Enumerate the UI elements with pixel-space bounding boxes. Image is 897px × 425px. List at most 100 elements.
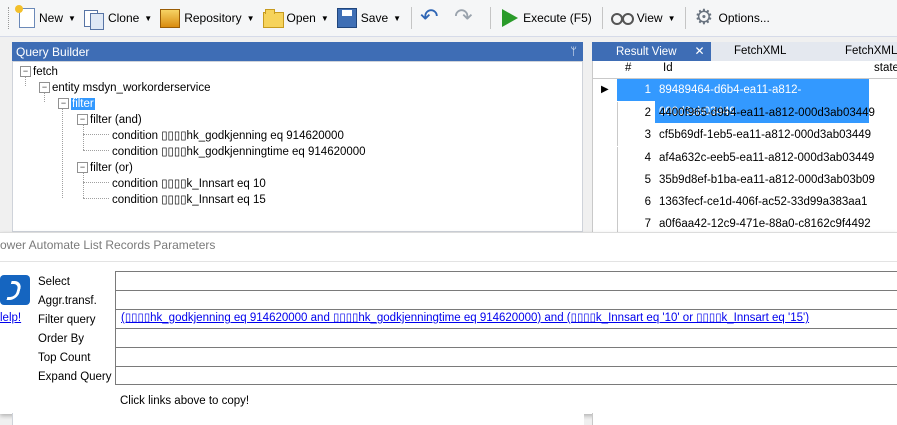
- toolbar-separator: [601, 7, 603, 29]
- table-row[interactable]: 2 4400f965-d9b4-ea11-a812-000d3ab03449: [593, 102, 897, 124]
- row-id[interactable]: 4400f965-d9b4-ea11-a812-000d3ab03449: [659, 102, 875, 124]
- table-row[interactable]: 3 cf5b69df-1eb5-ea11-a812-000d3ab03449: [593, 124, 897, 146]
- table-row[interactable]: 4 af4a632c-eeb5-ea11-a812-000d3ab03449: [593, 147, 897, 169]
- row-id[interactable]: 1363fecf-ce1d-406f-ac52-33d99a383aa1: [659, 191, 867, 213]
- clone-button[interactable]: Clone ▼: [81, 5, 155, 31]
- tab-label: Result View: [616, 46, 677, 58]
- row-id[interactable]: 35b9d8ef-b1ba-ea11-a812-000d3ab03b09: [659, 169, 875, 191]
- redo-icon: [454, 4, 476, 30]
- column-header-state[interactable]: state: [874, 62, 897, 74]
- grid-header: # Id state: [593, 61, 897, 79]
- folder-icon: [262, 8, 284, 28]
- row-selector[interactable]: [593, 102, 618, 124]
- tree-node-filter[interactable]: − filter: [58, 96, 95, 112]
- tree-node-condition[interactable]: condition ▯▯▯▯k_Innsart eq 15: [112, 192, 266, 208]
- tree-node-label: fetch: [33, 66, 58, 78]
- result-grid: # Id state ▶ 1 89489464-d6b4-ea11-a812-0…: [592, 61, 897, 232]
- parameter-labels: Select Aggr.transf. Filter query Order B…: [38, 273, 112, 387]
- row-selector[interactable]: [593, 169, 618, 191]
- pin-icon[interactable]: ᛘ: [570, 46, 577, 58]
- new-label: New: [39, 11, 64, 25]
- chevron-down-icon[interactable]: ▼: [668, 14, 676, 23]
- select-label: Select: [38, 276, 70, 288]
- row-selector[interactable]: [593, 147, 618, 169]
- row-id[interactable]: a0f6aa42-12c9-471e-88a0-c8162c9f4492: [659, 213, 871, 232]
- table-row[interactable]: 6 1363fecf-ce1d-406f-ac52-33d99a383aa1: [593, 191, 897, 213]
- row-number: 5: [644, 174, 651, 186]
- collapse-icon[interactable]: −: [77, 162, 88, 174]
- top-count-label: Top Count: [38, 352, 91, 364]
- row-selector[interactable]: [593, 213, 618, 232]
- execute-button[interactable]: Execute (F5): [496, 5, 595, 31]
- row-number: 3: [644, 129, 651, 141]
- new-button[interactable]: New ▼: [15, 5, 79, 31]
- tab-fetchxml[interactable]: FetchXML: [734, 42, 786, 61]
- floppy-disk-icon: [336, 8, 357, 28]
- chevron-down-icon[interactable]: ▼: [144, 14, 152, 23]
- collapse-icon[interactable]: −: [58, 98, 69, 110]
- result-grid-bottom: [592, 413, 897, 425]
- glasses-icon: [610, 8, 634, 28]
- filter-query-label: Filter query: [38, 314, 96, 326]
- row-selector[interactable]: ▶: [593, 79, 618, 101]
- row-number: 1: [617, 79, 655, 101]
- parameter-fields: (▯▯▯▯hk_godkjenning eq 914620000 and ▯▯▯…: [115, 271, 897, 385]
- row-id[interactable]: af4a632c-eeb5-ea11-a812-000d3ab03449: [659, 147, 874, 169]
- power-automate-parameters-dialog: ower Automate List Records Parameters le…: [0, 232, 897, 414]
- tree-node-condition[interactable]: condition ▯▯▯▯hk_godkjenning eq 91462000…: [112, 128, 344, 144]
- table-row[interactable]: 5 35b9d8ef-b1ba-ea11-a812-000d3ab03b09: [593, 169, 897, 191]
- toolbar: New ▼ Clone ▼ Repository ▼ Open ▼ Save ▼…: [0, 0, 897, 37]
- tree-node-label: filter: [71, 98, 95, 110]
- undo-button[interactable]: [417, 4, 449, 31]
- table-row[interactable]: ▶ 1 89489464-d6b4-ea11-a812-000d3ab03449: [593, 79, 897, 123]
- close-icon[interactable]: ✕: [695, 44, 705, 58]
- tree-node-filter-or[interactable]: − filter (or): [77, 160, 133, 176]
- filter-query-link[interactable]: (▯▯▯▯hk_godkjenning eq 914620000 and ▯▯▯…: [115, 309, 897, 328]
- options-button[interactable]: Options...: [691, 5, 772, 31]
- column-header-number[interactable]: #: [625, 62, 631, 74]
- redo-button[interactable]: [451, 4, 483, 31]
- clone-icon: [83, 8, 104, 30]
- open-button[interactable]: Open ▼: [260, 5, 332, 31]
- chevron-down-icon[interactable]: ▼: [321, 14, 329, 23]
- chevron-down-icon[interactable]: ▼: [393, 14, 401, 23]
- tree-node-filter-and[interactable]: − filter (and): [77, 112, 142, 128]
- row-selector[interactable]: [593, 124, 618, 146]
- view-button[interactable]: View ▼: [608, 5, 679, 31]
- toolbar-grip[interactable]: [8, 7, 12, 29]
- tab-result-view[interactable]: Result View ✕: [592, 42, 711, 61]
- tree-node-entity[interactable]: − entity msdyn_workorderservice: [39, 80, 211, 96]
- tree-node-condition[interactable]: condition ▯▯▯▯k_Innsart eq 10: [112, 176, 266, 192]
- row-number: 4: [644, 152, 651, 164]
- order-by-field[interactable]: [115, 328, 897, 347]
- dialog-title: ower Automate List Records Parameters: [0, 238, 216, 252]
- help-link[interactable]: lelp!: [0, 312, 21, 324]
- open-label: Open: [286, 11, 316, 25]
- tab-fetchxml-2[interactable]: FetchXML: [845, 42, 897, 61]
- expand-query-field[interactable]: [115, 366, 897, 385]
- save-button[interactable]: Save ▼: [334, 5, 404, 31]
- column-header-id[interactable]: Id: [663, 62, 673, 74]
- collapse-icon[interactable]: −: [20, 66, 31, 78]
- chevron-down-icon[interactable]: ▼: [247, 14, 255, 23]
- divider: [0, 261, 897, 262]
- table-row[interactable]: 7 a0f6aa42-12c9-471e-88a0-c8162c9f4492: [593, 213, 897, 232]
- tree-node-condition[interactable]: condition ▯▯▯▯hk_godkjenningtime eq 9146…: [112, 144, 366, 160]
- top-count-field[interactable]: [115, 347, 897, 366]
- row-number: 2: [644, 107, 651, 119]
- undo-icon: [420, 4, 442, 30]
- collapse-icon[interactable]: −: [39, 82, 50, 94]
- query-builder-header: Query Builder ᛘ: [12, 42, 583, 61]
- row-selector[interactable]: [593, 191, 618, 213]
- repository-button[interactable]: Repository ▼: [157, 5, 257, 31]
- tree-node-fetch[interactable]: − fetch: [20, 64, 58, 80]
- query-tree-bottom: [12, 413, 584, 425]
- collapse-icon[interactable]: −: [77, 114, 88, 126]
- select-field[interactable]: [115, 271, 897, 290]
- result-tabs: Result View ✕ FetchXML FetchXML: [592, 42, 897, 61]
- row-id[interactable]: cf5b69df-1eb5-ea11-a812-000d3ab03449: [659, 124, 871, 146]
- aggr-transf-field[interactable]: [115, 290, 897, 309]
- query-tree: − fetch − entity msdyn_workorderservice − f…: [12, 61, 583, 232]
- chevron-down-icon[interactable]: ▼: [68, 14, 76, 23]
- row-number: 6: [644, 196, 651, 208]
